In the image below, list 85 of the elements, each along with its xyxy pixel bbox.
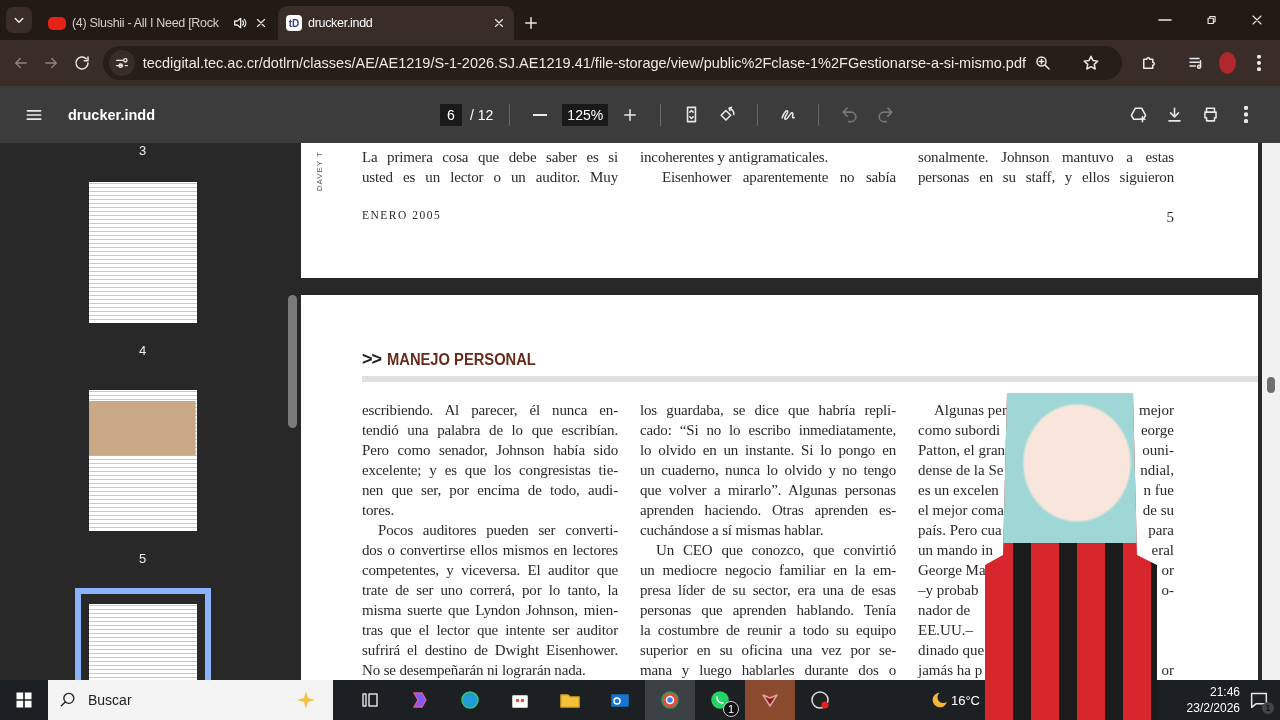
text-fragment: mejor	[1139, 401, 1174, 420]
search-field[interactable]: Buscar	[48, 680, 333, 720]
site-info-button[interactable]	[108, 50, 135, 76]
page-total: / 12	[470, 106, 494, 123]
recorder-icon	[808, 688, 832, 712]
browser-tab[interactable]: (4) Slushii - All I Need [Rock	[40, 6, 276, 40]
text-fragment: como subordi	[918, 421, 1001, 440]
text-fragment: dense de la Se	[918, 461, 1004, 480]
undo-icon	[839, 105, 859, 124]
paragraph: Un CEO que conozco, que convirtió un mediocre negocio familiar en la em- presa líder de su sector, era una de esas personas que aprenden hablando. Tenía la costumbre de reunir a todo su equipo superior en su oficina una vez por se- mana y luego hablarles durante dos o	[640, 541, 896, 680]
text-fragment: un mando in	[918, 541, 993, 560]
chrome-icon	[658, 688, 682, 712]
text-fragment: nador de	[918, 601, 971, 620]
text-fragment: n fue	[1143, 481, 1174, 500]
url-text: tecdigital.tec.ac.cr/dotlrn/classes/AE/AE1219/S-1-2026.SJ.AE1219.41/file-storage/view/public%2Fclase-1%2FGestionarse-a-si-mismo.pdf	[142, 55, 1026, 71]
paragraph: La primera cosa que debe saber es si usted es un lector o un auditor. Muy	[362, 148, 618, 187]
text-fragment: or	[1161, 661, 1174, 680]
restore-icon	[1204, 13, 1218, 27]
text-fragment: jamás ha p	[918, 661, 983, 680]
text-fragment: eorge	[1140, 421, 1174, 440]
page-label: 4	[138, 343, 147, 358]
text-fragment: para	[1148, 521, 1174, 540]
close-icon[interactable]	[492, 16, 506, 30]
whatsapp-button[interactable]: 1	[695, 680, 745, 720]
redo-icon	[875, 105, 895, 124]
reload-icon	[72, 54, 91, 72]
text-fragment: ouni-	[1142, 441, 1174, 460]
whatsapp-icon	[708, 688, 732, 712]
section-marker: >>	[362, 349, 382, 370]
minus-icon	[533, 113, 548, 116]
document-title: drucker.indd	[68, 106, 156, 123]
page-label: 5	[138, 551, 147, 566]
paragraph: sonalmente. Johnson mantuvo a estas personas en su staff, y ellos siguieron	[918, 148, 1174, 187]
page-label: 3	[138, 143, 147, 158]
rotate-icon	[717, 105, 737, 124]
video-site-icon	[48, 16, 66, 30]
clock-date: 23/2/2026	[1186, 700, 1240, 716]
paragraph: escribiendo. Al parecer, él nunca en- tendió una palabra de lo que escribían. Pero como senador, Johnson había sido excelente; y es que los congresistas tie- nen que ser, por encima de todo, audi- tores.	[362, 401, 618, 520]
more-icon	[1256, 55, 1261, 71]
text-fragment: EE.UU.–	[918, 621, 973, 640]
paragraph: Eisenhower aparentemente no sabía	[661, 168, 896, 187]
text-fragment: –y probab	[918, 581, 979, 600]
text-fragment: George Ma	[918, 561, 986, 580]
page-number: 5	[1166, 209, 1174, 226]
paragraph: Pocos auditores pueden ser converti- dos o convertirse ellos mismos en lectores competentes, y viceversa. El auditor que trate de ser uno correrá, por lo tanto, la misma suerte que Lyndon Johnson, mien- tras que el lector que intente ser auditor sufrirá el destino de Dwight Eisenhower. No se desempeñarán ni lograrán nada.	[362, 521, 618, 680]
page-number-field[interactable]: 6	[440, 103, 462, 126]
running-header: DAVEY T	[315, 151, 324, 192]
new-tab-button[interactable]	[522, 14, 540, 32]
text-fragment: el mejor coma	[918, 501, 1004, 520]
tab-search-button[interactable]	[6, 7, 32, 33]
text-fragment: es un excelen	[918, 481, 999, 500]
text-fragment: o-	[1161, 581, 1174, 600]
text-fragment: dinado que	[918, 641, 985, 660]
browser-tab[interactable]: tD drucker.indd	[278, 6, 514, 40]
zoom-field[interactable]: 125%	[562, 103, 609, 126]
chrome-button[interactable]	[645, 680, 695, 720]
clock-time: 21:46	[1209, 684, 1240, 700]
notification-badge: 1	[723, 701, 739, 717]
page-footer: ENERO 2005	[362, 209, 442, 226]
text-fragment: eral	[1151, 541, 1174, 560]
windows-logo-icon[interactable]	[14, 690, 34, 710]
weather-temperature: 16°C	[950, 692, 980, 708]
paragraph: los guardaba, se dice que habría repli- cado: “Si no lo escribo inmediatamente, lo olvido en un instante. Si lo pongo en un cuaderno, nunca lo olvido y no tengo que volver a mirarlo”. Algunas personas aprenden haciendo. Otras aprenden es- cuchándose a sí mismas hablar.	[640, 401, 896, 540]
more-icon	[1244, 106, 1248, 123]
zoom-icon[interactable]	[1034, 54, 1052, 72]
plus-icon	[522, 14, 540, 32]
text-fragment: de su	[1142, 501, 1174, 520]
text-fragment: país. Pero cua	[918, 521, 1002, 540]
scrollbar-thumb[interactable]	[1267, 377, 1275, 393]
text-fragment: Patton, el gran	[918, 441, 1006, 460]
site-favicon: tD	[286, 15, 302, 31]
text-fragment: ndial,	[1140, 461, 1174, 480]
close-icon[interactable]	[254, 16, 268, 30]
text-fragment: Algunas per	[933, 401, 1007, 420]
address-bar[interactable]: tecdigital.tec.ac.cr/dotlrn/classes/AE/AE1219/S-1-2026.SJ.AE1219.41/file-storage/view/public%2Fclase-1%2FGestionarse-a-si-mismo.pdf	[102, 46, 1122, 80]
section-title: MANEJO PERSONAL	[387, 351, 536, 369]
notification-count: 1	[1262, 702, 1274, 714]
scrollbar-thumb[interactable]	[288, 295, 297, 428]
minimize-icon	[1158, 19, 1172, 21]
tune-icon	[113, 55, 130, 71]
drive-add-icon	[1128, 105, 1148, 124]
text-fragment: or	[1161, 561, 1174, 580]
star-icon[interactable]	[1082, 54, 1100, 72]
edge-icon	[458, 688, 482, 712]
paragraph: incoherentes y antigramaticales.	[640, 148, 830, 167]
